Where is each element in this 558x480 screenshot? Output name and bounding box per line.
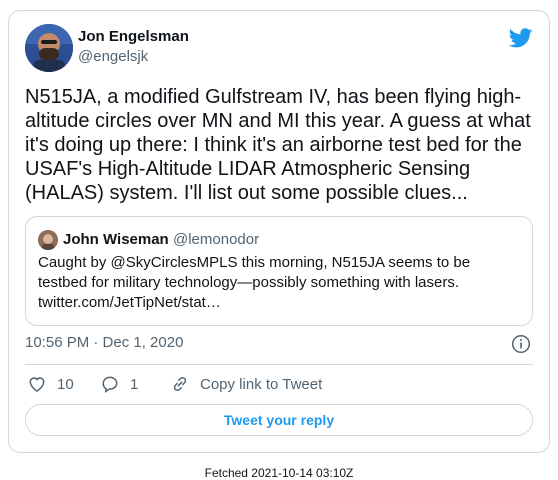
tweet-your-reply-button[interactable]: Tweet your reply [25,404,533,436]
quoted-tweet-body: Caught by @SkyCirclesMPLS this morning, … [38,253,518,313]
copy-link-button[interactable]: Copy link to Tweet [170,372,322,396]
heart-icon [29,377,45,392]
quoted-author-name: John Wiseman [63,231,169,248]
divider [25,364,533,365]
tweet-card: Jon Engelsman @engelsjk N515JA, a modifi… [8,10,550,453]
quoted-tweet[interactable]: John Wiseman @lemonodor Caught by @SkyCi… [25,216,533,326]
like-count: 10 [57,375,74,393]
tweet-timestamp[interactable]: 10:56 PM · Dec 1, 2020 [25,334,183,351]
author-avatar[interactable] [25,24,73,72]
action-bar: 10 1 Copy link to Tweet [25,372,533,396]
author-name[interactable]: Jon Engelsman [78,28,189,45]
copy-link-label: Copy link to Tweet [200,375,323,393]
quoted-author-handle: @lemonodor [173,231,260,248]
link-icon [173,376,187,392]
quoted-author-avatar [38,230,58,250]
twitter-bird-icon[interactable] [509,26,533,50]
quoted-tweet-text: Caught by @SkyCirclesMPLS this morning, … [38,254,471,291]
author-handle[interactable]: @engelsjk [78,48,148,65]
quoted-tweet-link[interactable]: twitter.com/JetTipNet/stat… [38,293,518,313]
info-icon[interactable] [511,334,531,354]
reply-action[interactable]: 1 [100,372,138,396]
reply-bubble-icon [102,376,118,393]
fetched-timestamp: Fetched 2021-10-14 03:10Z [204,466,354,480]
like-button[interactable]: 10 [27,372,74,396]
reply-count: 1 [130,375,139,393]
tweet-text: N515JA, a modified Gulfstream IV, has be… [25,86,531,204]
